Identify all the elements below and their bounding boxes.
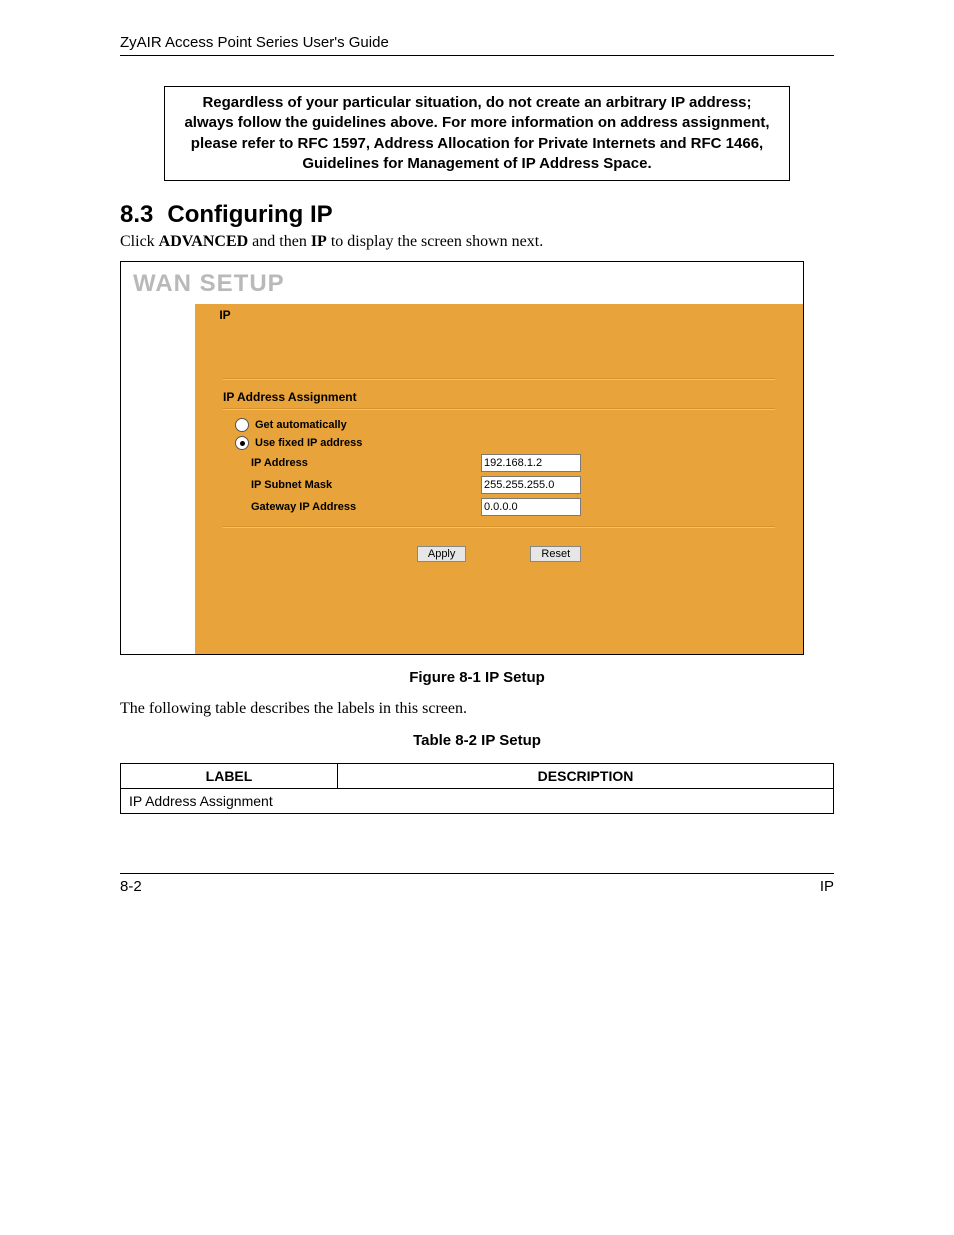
wan-setup-screenshot: WAN SETUP IP Address Assignment Get auto… (120, 261, 804, 655)
figure-caption: Figure 8-1 IP Setup (120, 669, 834, 686)
radio-fixed-label: Use fixed IP address (255, 437, 362, 449)
section-number: 8.3 (120, 201, 153, 228)
wan-setup-title: WAN SETUP (133, 270, 285, 298)
table-head-label: LABEL (121, 764, 338, 789)
radio-icon (235, 436, 249, 450)
tab-ip[interactable]: IP (203, 304, 247, 326)
table-header-row: LABEL DESCRIPTION (121, 764, 834, 789)
ip-assignment-label: IP Address Assignment (223, 390, 775, 404)
section-title: Configuring IP (167, 201, 332, 228)
section-heading: 8.3 Configuring IP (120, 201, 834, 229)
table-intro: The following table describes the labels… (120, 700, 834, 718)
page-header: ZyAIR Access Point Series User's Guide (120, 34, 834, 56)
page-footer: 8-2 IP (120, 873, 834, 895)
footer-section: IP (820, 878, 834, 895)
table-cell-label: IP Address Assignment (121, 789, 834, 814)
apply-button[interactable]: Apply (417, 546, 467, 562)
footer-page-number: 8-2 (120, 878, 142, 895)
ip-setup-table: LABEL DESCRIPTION IP Address Assignment (120, 763, 834, 814)
gateway-ip-input[interactable] (481, 498, 581, 516)
divider (223, 378, 775, 380)
radio-icon (235, 418, 249, 432)
subnet-mask-label: IP Subnet Mask (251, 479, 481, 491)
ip-word: IP (311, 233, 327, 250)
header-title: ZyAIR Access Point Series User's Guide (120, 34, 389, 51)
divider (223, 526, 775, 528)
ip-address-input[interactable] (481, 454, 581, 472)
radio-auto-label: Get automatically (255, 419, 347, 431)
radio-use-fixed-ip[interactable]: Use fixed IP address (235, 434, 775, 452)
table-head-desc: DESCRIPTION (338, 764, 834, 789)
config-panel: IP Address Assignment Get automatically … (195, 304, 803, 654)
radio-get-automatically[interactable]: Get automatically (235, 416, 775, 434)
note-box: Regardless of your particular situation,… (164, 86, 790, 181)
reset-button[interactable]: Reset (530, 546, 581, 562)
table-caption: Table 8-2 IP Setup (120, 732, 834, 749)
ip-address-label: IP Address (251, 457, 481, 469)
table-row: IP Address Assignment (121, 789, 834, 814)
gateway-ip-label: Gateway IP Address (251, 501, 481, 513)
note-text: Regardless of your particular situation,… (184, 94, 769, 172)
advanced-word: ADVANCED (159, 233, 249, 250)
section-intro: Click ADVANCED and then IP to display th… (120, 233, 834, 251)
subnet-mask-input[interactable] (481, 476, 581, 494)
